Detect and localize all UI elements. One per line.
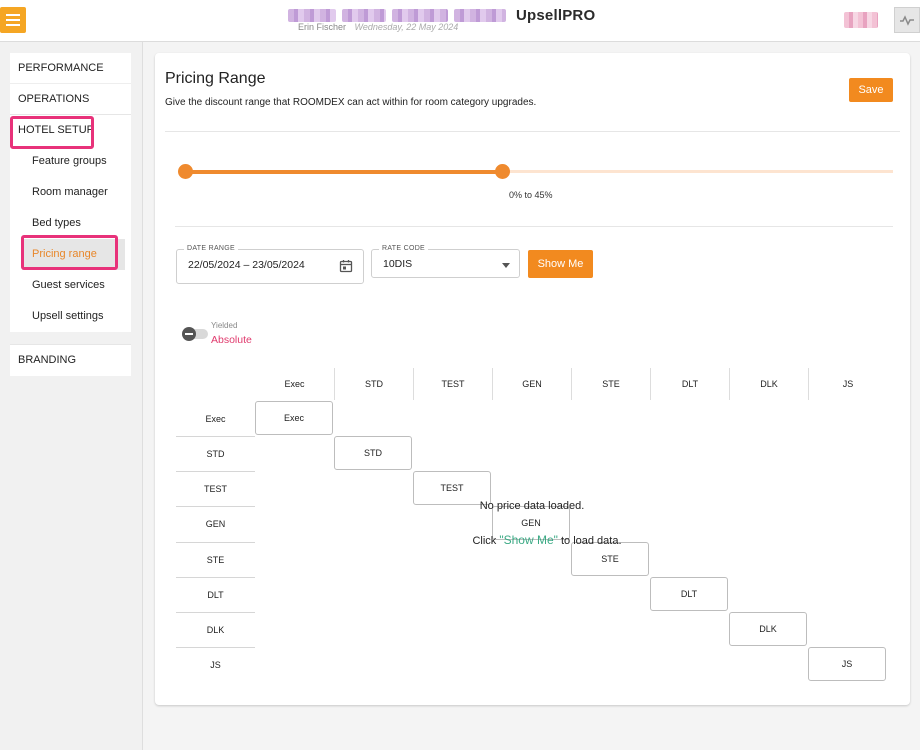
sidebar-item-operations[interactable]: OPERATIONS: [10, 84, 131, 115]
matrix-diagonal-cell[interactable]: STE: [571, 542, 649, 576]
show-me-button[interactable]: Show Me: [528, 250, 593, 278]
sidebar-item-upsell-settings[interactable]: Upsell settings: [10, 301, 131, 332]
redacted-user-badge[interactable]: [844, 12, 878, 28]
app-name: UpsellPRO: [516, 6, 596, 24]
redacted-hotel-name: [454, 8, 506, 22]
user-name: Erin Fischer: [298, 22, 347, 32]
empty-state-suffix-text: to load data.: [557, 535, 622, 547]
sidebar-item-guest-services[interactable]: Guest services: [10, 270, 131, 301]
sidebar-item-hotel-setup[interactable]: HOTEL SETUP: [10, 115, 131, 146]
activity-icon: [900, 15, 914, 26]
matrix-row-header: Exec: [205, 413, 226, 424]
save-button[interactable]: Save: [849, 78, 893, 102]
matrix-column-header: TEST: [413, 368, 492, 400]
date-range-field[interactable]: DATE RANGE 22/05/2024 – 23/05/2024: [176, 245, 364, 284]
matrix-row-header: STD: [176, 436, 255, 471]
empty-state-hint: Click "Show Me" to load data.: [417, 533, 677, 547]
divider: [165, 131, 900, 132]
redacted-hotel-name: [288, 8, 336, 22]
matrix-diagonal-cell[interactable]: DLT: [650, 577, 728, 611]
discount-slider-fill: [183, 170, 503, 174]
matrix-column-header: DLT: [650, 368, 729, 400]
matrix-diagonal-cell[interactable]: DLK: [729, 612, 807, 646]
yielded-label: Yielded: [211, 321, 238, 330]
chevron-down-icon: [502, 263, 510, 268]
matrix-row-header: DLK: [176, 612, 255, 647]
date-range-value: 22/05/2024 – 23/05/2024: [188, 259, 305, 271]
sidebar-item-bed-types[interactable]: Bed types: [10, 208, 131, 239]
sidebar: PERFORMANCE OPERATIONS HOTEL SETUP Featu…: [0, 42, 143, 750]
matrix-column-header: JS: [808, 368, 887, 400]
matrix-row-header: JS: [176, 647, 255, 682]
matrix-diagonal-cell[interactable]: JS: [808, 647, 886, 681]
rate-code-legend: RATE CODE: [379, 245, 429, 252]
matrix-column-header: DLK: [729, 368, 808, 400]
discount-slider-min-thumb[interactable]: [177, 164, 193, 179]
matrix-row-header: DLT: [176, 577, 255, 612]
empty-state-message: No price data loaded.: [479, 500, 585, 512]
matrix-column-header: STE: [571, 368, 650, 400]
matrix-row-header: STE: [176, 542, 255, 577]
rate-code-value: 10DIS: [383, 258, 413, 270]
sidebar-item-pricing-range[interactable]: Pricing range: [22, 239, 125, 270]
matrix-row-header: TEST: [176, 471, 255, 506]
sidebar-item-performance[interactable]: PERFORMANCE: [10, 53, 131, 84]
sidebar-item-branding[interactable]: BRANDING: [10, 345, 131, 376]
absolute-label: Absolute: [211, 334, 252, 346]
matrix-column-header: GEN: [492, 368, 571, 400]
nav-group-bottom: BRANDING: [10, 344, 131, 376]
sidebar-item-feature-groups[interactable]: Feature groups: [10, 146, 131, 177]
yielded-absolute-toggle[interactable]: [182, 327, 209, 341]
matrix-diagonal-cell[interactable]: Exec: [255, 401, 333, 435]
divider: [175, 226, 893, 227]
current-date: Wednesday, 22 May 2024: [354, 22, 459, 32]
activity-button[interactable]: [894, 7, 920, 33]
rate-code-select[interactable]: RATE CODE 10DIS: [371, 245, 520, 278]
discount-range-label: 0% to 45%: [509, 190, 553, 200]
hamburger-menu-button[interactable]: [0, 7, 26, 33]
matrix-diagonal-cell[interactable]: STD: [334, 436, 412, 470]
date-range-legend: DATE RANGE: [184, 245, 238, 252]
page-description: Give the discount range that ROOMDEX can…: [165, 97, 537, 108]
calendar-icon[interactable]: [339, 259, 353, 273]
pricing-range-card: Pricing Range Give the discount range th…: [155, 53, 910, 705]
sidebar-item-room-manager[interactable]: Room manager: [10, 177, 131, 208]
discount-slider-max-thumb[interactable]: [495, 164, 510, 179]
top-bar: UpsellPRO Erin Fischer Wednesday, 22 May…: [0, 0, 920, 42]
nav-group-top: PERFORMANCE OPERATIONS HOTEL SETUP Featu…: [10, 53, 131, 332]
show-me-link[interactable]: "Show Me": [499, 533, 558, 547]
redacted-hotel-name: [392, 8, 448, 22]
matrix-column-header: Exec: [284, 379, 305, 389]
toggle-knob: [182, 327, 196, 341]
user-date-line: Erin Fischer Wednesday, 22 May 2024: [298, 22, 458, 32]
menu-icon-line: [6, 19, 20, 21]
redacted-hotel-name: [342, 8, 386, 22]
empty-state-click-text: Click: [472, 535, 500, 547]
matrix-row-header: GEN: [176, 506, 255, 541]
menu-icon-line: [6, 14, 20, 16]
matrix-column-header: STD: [334, 368, 413, 400]
menu-icon-line: [6, 24, 20, 26]
page-title: Pricing Range: [165, 70, 266, 87]
